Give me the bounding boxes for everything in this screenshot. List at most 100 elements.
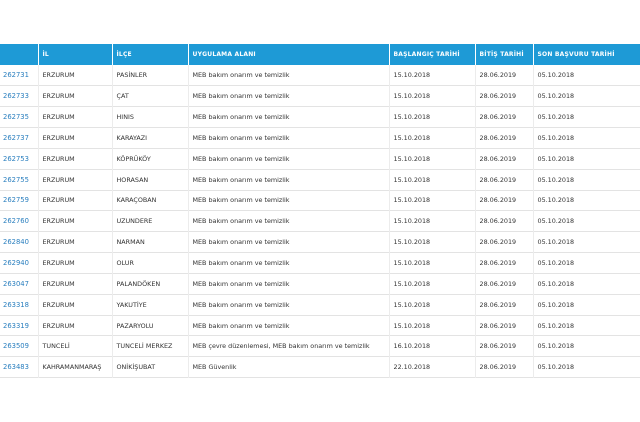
cell-ilce: NARMAN [112, 231, 189, 253]
cell-il: ERZURUM [38, 294, 113, 316]
cell-baslangic-tarihi: 15.10.2018 [389, 127, 476, 149]
cell-il: ERZURUM [38, 148, 113, 170]
cell-baslangic-tarihi: 15.10.2018 [389, 85, 476, 107]
cell-uygulama-alani: MEB bakım onarım ve temizlik [188, 65, 390, 86]
cell-son-basvuru-tarihi: 05.10.2018 [537, 92, 575, 101]
table-row: 263318 ERZURUM YAKUTİYE MEB bakım onarım ve… [0, 294, 640, 316]
cell-id-link[interactable]: 262940 [3, 259, 29, 267]
cell-id: 263319 [0, 315, 39, 336]
cell-bitis-tarihi: 28.06.2019 [475, 273, 534, 295]
cell-uygulama-alani: MEB bakım onarım ve temizlik [188, 294, 390, 316]
cell-ilce: HINIS [112, 106, 189, 128]
cell-baslangic-tarihi: 15.10.2018 [389, 315, 476, 336]
table-header: İL İLÇE UYGULAMA ALANI BAŞLANGIÇ TARİHİ BİTİ… [0, 44, 640, 65]
cell-id-link[interactable]: 262760 [3, 217, 29, 225]
cell-id: 262755 [0, 169, 39, 191]
cell-il: ERZURUM [38, 169, 113, 191]
table-row: 262753 ERZURUM KÖPRÜKÖY MEB bakım onarım ve… [0, 148, 640, 170]
cell-ilce: OLUR [112, 252, 189, 274]
cell-ilce: ÇAT [112, 85, 189, 107]
cell-bitis-tarihi: 28.06.2019 [475, 106, 534, 128]
cell-uygulama-alani: MEB çevre düzenlemesi, MEB bakım onarım … [188, 335, 390, 357]
cell-baslangic-tarihi: 15.10.2018 [389, 106, 476, 128]
cell-id: 262759 [0, 190, 39, 211]
cell-son-basvuru-tarihi: 05.10.2018 [537, 279, 575, 288]
cell-baslangic-tarihi: 22.10.2018 [389, 356, 476, 378]
table-row: 262760 ERZURUM UZUNDERE MEB bakım onarım ve… [0, 210, 640, 232]
cell-id: 262737 [0, 127, 39, 149]
cell-son-basvuru-tarihi: 05.10.2018 [537, 196, 575, 205]
cell-id: 262753 [0, 148, 39, 170]
cell-id: 263509 [0, 335, 39, 357]
cell-baslangic-tarihi: 15.10.2018 [389, 231, 476, 253]
cell-uygulama-alani: MEB bakım onarım ve temizlik [188, 127, 390, 149]
header-son-basvuru-tarihi: SON BAŞVURU TARİHİ [537, 51, 615, 58]
table-row: 262737 ERZURUM KARAYAZI MEB bakım onarım ve… [0, 127, 640, 149]
cell-bitis-tarihi: 28.06.2019 [475, 315, 534, 336]
cell-id: 263047 [0, 273, 39, 295]
cell-id-link[interactable]: 262733 [3, 92, 29, 100]
cell-id: 262840 [0, 231, 39, 253]
cell-il: TUNCELİ [38, 335, 113, 357]
cell-il: ERZURUM [38, 106, 113, 128]
cell-bitis-tarihi: 28.06.2019 [475, 190, 534, 211]
cell-son-basvuru-tarihi: 05.10.2018 [537, 363, 575, 372]
cell-il: ERZURUM [38, 252, 113, 274]
cell-il: ERZURUM [38, 231, 113, 253]
cell-id-link[interactable]: 262753 [3, 155, 29, 163]
table-header-row: İL İLÇE UYGULAMA ALANI BAŞLANGIÇ TARİHİ BİTİ… [0, 44, 640, 65]
table-row: 262733 ERZURUM ÇAT MEB bakım onarım ve temi… [0, 85, 640, 107]
table-row: 262755 ERZURUM HORASAN MEB bakım onarım ve … [0, 169, 640, 191]
cell-ilce: YAKUTİYE [112, 294, 189, 316]
cell-baslangic-tarihi: 15.10.2018 [389, 252, 476, 274]
cell-son-basvuru-tarihi: 05.10.2018 [537, 71, 575, 80]
cell-id-link[interactable]: 263509 [3, 342, 29, 350]
header-bitis-tarihi: BİTİŞ TARİHİ [475, 44, 534, 65]
cell-bitis-tarihi: 28.06.2019 [475, 85, 534, 107]
cell-ilce: TUNCELİ MERKEZ [112, 335, 189, 357]
cell-son-basvuru-tarihi: 05.10.2018 [537, 113, 575, 122]
cell-ilce: PALANDÖKEN [112, 273, 189, 295]
cell-uygulama-alani: MEB bakım onarım ve temizlik [188, 210, 390, 232]
table-row: 263483 KAHRAMANMARAŞ ONİKİŞUBAT MEB Güvenli… [0, 356, 640, 378]
cell-bitis-tarihi: 28.06.2019 [475, 294, 534, 316]
cell-baslangic-tarihi: 15.10.2018 [389, 65, 476, 86]
cell-uygulama-alani: MEB bakım onarım ve temizlik [188, 148, 390, 170]
cell-id-link[interactable]: 263047 [3, 280, 29, 288]
cell-baslangic-tarihi: 15.10.2018 [389, 190, 476, 211]
header-baslangic-tarihi: BAŞLANGIÇ TARİHİ [389, 44, 476, 65]
cell-baslangic-tarihi: 15.10.2018 [389, 169, 476, 191]
listing-table-container: İL İLÇE UYGULAMA ALANI BAŞLANGIÇ TARİHİ BİTİ… [0, 44, 640, 378]
cell-ilce: PAZARYOLU [112, 315, 189, 336]
cell-id-link[interactable]: 263318 [3, 301, 29, 309]
cell-id-link[interactable]: 262735 [3, 113, 29, 121]
cell-il: ERZURUM [38, 65, 113, 86]
cell-id-link[interactable]: 262840 [3, 238, 29, 246]
cell-son-basvuru-tarihi: 05.10.2018 [537, 300, 575, 309]
cell-id-link[interactable]: 263319 [3, 322, 29, 330]
cell-bitis-tarihi: 28.06.2019 [475, 210, 534, 232]
cell-ilce: PASİNLER [112, 65, 189, 86]
cell-bitis-tarihi: 28.06.2019 [475, 148, 534, 170]
cell-bitis-tarihi: 28.06.2019 [475, 356, 534, 378]
cell-bitis-tarihi: 28.06.2019 [475, 335, 534, 357]
cell-id-link[interactable]: 263483 [3, 363, 29, 371]
table-row: 263047 ERZURUM PALANDÖKEN MEB bakım onarım … [0, 273, 640, 295]
cell-il: KAHRAMANMARAŞ [38, 356, 113, 378]
cell-baslangic-tarihi: 15.10.2018 [389, 210, 476, 232]
cell-ilce: KÖPRÜKÖY [112, 148, 189, 170]
cell-id-link[interactable]: 262731 [3, 71, 29, 79]
cell-uygulama-alani: MEB bakım onarım ve temizlik [188, 85, 390, 107]
cell-id-link[interactable]: 262737 [3, 134, 29, 142]
cell-uygulama-alani: MEB bakım onarım ve temizlik [188, 252, 390, 274]
cell-id-link[interactable]: 262759 [3, 196, 29, 204]
cell-bitis-tarihi: 28.06.2019 [475, 252, 534, 274]
cell-son-basvuru-tarihi: 05.10.2018 [537, 175, 575, 184]
cell-son-basvuru-tarihi: 05.10.2018 [537, 259, 575, 268]
cell-ilce: KARAYAZI [112, 127, 189, 149]
header-ilce: İLÇE [112, 44, 189, 65]
cell-id-link[interactable]: 262755 [3, 176, 29, 184]
cell-id: 262735 [0, 106, 39, 128]
cell-bitis-tarihi: 28.06.2019 [475, 127, 534, 149]
cell-bitis-tarihi: 28.06.2019 [475, 169, 534, 191]
